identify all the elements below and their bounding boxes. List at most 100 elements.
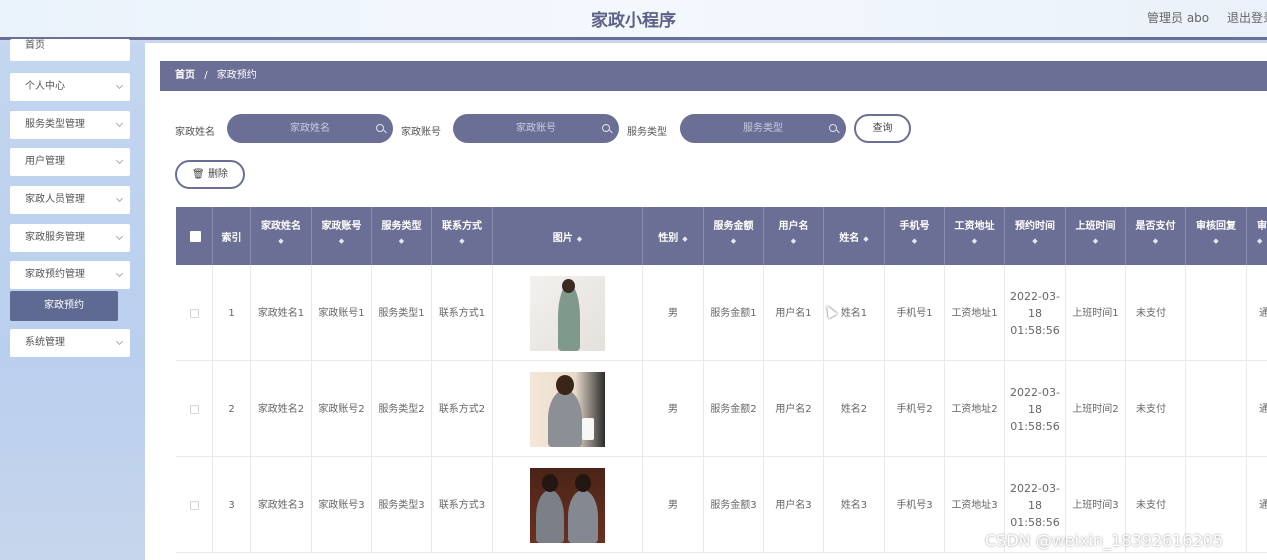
row-checkbox[interactable] bbox=[189, 500, 199, 510]
col-label: 用户名 bbox=[778, 221, 809, 232]
col-username[interactable]: 用户名 ◆ bbox=[764, 207, 824, 265]
row-checkbox[interactable] bbox=[189, 308, 199, 318]
sort-icon[interactable]: ◆ bbox=[1126, 237, 1185, 245]
cell-paid: 未支付 bbox=[1126, 265, 1186, 361]
col-amount[interactable]: 服务金额 ◆ bbox=[704, 207, 764, 265]
col-label: 家政账号 bbox=[321, 221, 362, 232]
query-button[interactable]: 查询 bbox=[854, 114, 911, 143]
col-address[interactable]: 工资地址 ◆ bbox=[945, 207, 1005, 265]
chevron-down-icon bbox=[115, 194, 124, 203]
select-all-cell[interactable] bbox=[176, 207, 213, 265]
breadcrumb-home[interactable]: 首页 bbox=[175, 70, 195, 81]
photo-head bbox=[575, 473, 591, 492]
col-audit[interactable]: 审核 ◆ bbox=[1247, 207, 1267, 265]
col-picture[interactable]: 图片 ◆ bbox=[493, 207, 643, 265]
table-header: 索引 家政姓名 ◆ 家政账号 ◆ 服务类型 ◆ 联系方式 ◆ 图片 ◆ 性别 ◆ 服务金额 ◆… bbox=[176, 207, 1267, 265]
sort-icon[interactable]: ◆ bbox=[372, 237, 431, 245]
breadcrumb-separator: / bbox=[204, 70, 208, 81]
col-label: 服务类型 bbox=[381, 221, 422, 232]
col-gender[interactable]: 性别 ◆ bbox=[643, 207, 704, 265]
cell-audit: 通 bbox=[1247, 361, 1267, 457]
cell-picture bbox=[493, 457, 643, 553]
sidebar-item-service-type[interactable]: 服务类型管理 bbox=[10, 111, 130, 139]
cell-gender: 男 bbox=[643, 361, 704, 457]
logout-link[interactable]: 退出登录 bbox=[1227, 9, 1267, 26]
col-reply[interactable]: 审核回复 ◆ bbox=[1186, 207, 1247, 265]
cell-gender: 男 bbox=[643, 457, 704, 553]
staff-photo[interactable] bbox=[530, 467, 605, 543]
sort-icon[interactable]: ◆ bbox=[577, 235, 582, 243]
sidebar-subitem-appointment[interactable]: 家政预约 bbox=[10, 291, 118, 321]
search-account-label: 家政账号 bbox=[401, 127, 441, 138]
sort-icon[interactable]: ◆ bbox=[945, 237, 1004, 245]
search-name-label: 家政姓名 bbox=[175, 127, 215, 138]
cell-index: 3 bbox=[213, 457, 251, 553]
col-label: 审核回复 bbox=[1196, 221, 1236, 232]
col-work[interactable]: 上班时间 ◆ bbox=[1066, 207, 1126, 265]
col-phone[interactable]: 手机号 ◆ bbox=[885, 207, 945, 265]
cell-picture bbox=[493, 361, 643, 457]
sidebar-item-system[interactable]: 系统管理 bbox=[10, 329, 130, 357]
sort-icon[interactable]: ◆ bbox=[704, 237, 763, 245]
breadcrumb: 首页 / 家政预约 bbox=[160, 61, 1267, 91]
cell-work: 上班时间1 bbox=[1066, 265, 1126, 361]
col-time[interactable]: 预约时间 ◆ bbox=[1005, 207, 1066, 265]
table-row[interactable]: 1 家政姓名1 家政账号1 服务类型1 联系方式1 男 服务金额1 用户名1 姓… bbox=[176, 265, 1267, 361]
sort-icon[interactable]: ◆ bbox=[1186, 237, 1246, 245]
cell-amount: 服务金额3 bbox=[704, 457, 764, 553]
sidebar-item-services[interactable]: 家政服务管理 bbox=[10, 224, 130, 252]
col-name[interactable]: 家政姓名 ◆ bbox=[251, 207, 312, 265]
row-select-cell[interactable] bbox=[176, 361, 213, 457]
chevron-down-icon bbox=[115, 156, 124, 165]
search-type-input[interactable]: 服务类型 bbox=[680, 114, 846, 143]
staff-photo[interactable] bbox=[530, 275, 605, 351]
row-select-cell[interactable] bbox=[176, 265, 213, 361]
col-label: 是否支付 bbox=[1135, 221, 1176, 232]
staff-photo[interactable] bbox=[530, 371, 605, 447]
cell-address: 工资地址2 bbox=[945, 361, 1005, 457]
col-contact[interactable]: 联系方式 ◆ bbox=[432, 207, 493, 265]
col-type[interactable]: 服务类型 ◆ bbox=[372, 207, 432, 265]
select-all-checkbox[interactable] bbox=[190, 231, 201, 242]
col-label: 性别 bbox=[658, 233, 679, 244]
col-account[interactable]: 家政账号 ◆ bbox=[312, 207, 372, 265]
sidebar-item-staff[interactable]: 家政人员管理 bbox=[10, 186, 130, 214]
sidebar-item-personal-center[interactable]: 个人中心 bbox=[10, 73, 130, 101]
cell-reply bbox=[1186, 361, 1247, 457]
search-name-input[interactable]: 家政姓名 bbox=[227, 114, 393, 143]
sort-icon[interactable]: ◆ bbox=[885, 237, 944, 245]
sidebar-item-label: 家政服务管理 bbox=[25, 232, 85, 243]
cell-account: 家政账号2 bbox=[312, 361, 372, 457]
search-account-input[interactable]: 家政账号 bbox=[453, 114, 619, 143]
sort-icon[interactable]: ◆ bbox=[1005, 237, 1065, 245]
sort-icon[interactable]: ◆ bbox=[1257, 237, 1267, 245]
sort-icon[interactable]: ◆ bbox=[682, 235, 687, 243]
sort-icon[interactable]: ◆ bbox=[312, 237, 371, 245]
sort-icon[interactable]: ◆ bbox=[764, 237, 823, 245]
photo-head bbox=[542, 473, 558, 492]
sidebar-item-home[interactable]: 首页 bbox=[10, 39, 130, 61]
col-realname[interactable]: 姓名 ◆ bbox=[824, 207, 885, 265]
delete-label: 删除 bbox=[207, 169, 228, 180]
col-paid[interactable]: 是否支付 ◆ bbox=[1126, 207, 1186, 265]
row-select-cell[interactable] bbox=[176, 457, 213, 553]
sidebar-item-label: 系统管理 bbox=[25, 337, 65, 348]
cell-index: 2 bbox=[213, 361, 251, 457]
table-row[interactable]: 2 家政姓名2 家政账号2 服务类型2 联系方式2 男 服务金额2 用户名2 姓… bbox=[176, 361, 1267, 457]
cell-phone: 手机号1 bbox=[885, 265, 945, 361]
sort-icon[interactable]: ◆ bbox=[863, 235, 868, 243]
sort-icon[interactable]: ◆ bbox=[432, 237, 492, 245]
cell-amount: 服务金额2 bbox=[704, 361, 764, 457]
cell-type: 服务类型1 bbox=[372, 265, 432, 361]
sort-icon[interactable]: ◆ bbox=[1066, 237, 1125, 245]
search-icon bbox=[829, 124, 837, 132]
delete-button[interactable]: 🗑 删除 bbox=[175, 160, 245, 189]
sort-icon[interactable]: ◆ bbox=[251, 237, 311, 245]
search-type-label: 服务类型 bbox=[627, 127, 667, 138]
sidebar-item-appointments[interactable]: 家政预约管理 bbox=[10, 261, 130, 289]
sidebar-item-users[interactable]: 用户管理 bbox=[10, 148, 130, 176]
row-checkbox[interactable] bbox=[189, 404, 199, 414]
sidebar: 首页 个人中心 服务类型管理 用户管理 家政人员管理 家政服务管理 家政预约管理… bbox=[0, 39, 145, 560]
cell-gender: 男 bbox=[643, 265, 704, 361]
col-label: 联系方式 bbox=[442, 221, 482, 232]
